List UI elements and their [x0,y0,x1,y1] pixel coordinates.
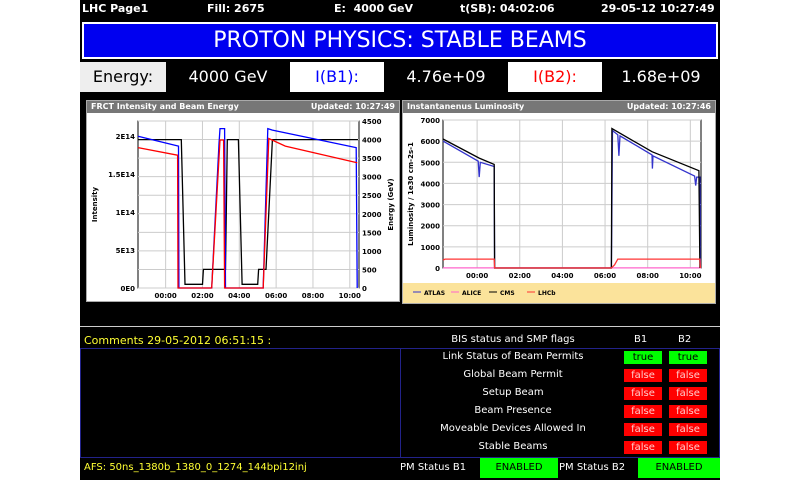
datetime: 29-05-12 10:27:49 [601,2,715,15]
y2-axis-label: Energy (GeV) [387,178,395,230]
legend-label: LHCb [538,290,556,297]
bis-flag-b2: false [669,369,707,382]
bis-flag-b1: false [624,441,662,454]
bis-flag-label: Beam Presence [474,405,552,416]
b1-intensity-value: 4.76e+09 [406,67,486,86]
y-tick-label: 0E0 [120,285,135,293]
energy-label: Energy: [80,62,166,92]
y2-tick-label: 4500 [362,118,382,126]
pm-status-b1-label: PM Status B1 [400,462,467,473]
b1-intensity-label: I(B1): [290,62,384,92]
y-tick-label: 1000 [421,244,441,252]
x-tick-label: 02:00 [509,272,531,280]
x-tick-label: 00:00 [154,292,176,300]
bis-title: BIS status and SMP flags [451,334,575,345]
x-tick-label: 06:00 [594,272,616,280]
legend-label: CMS [500,290,515,297]
x-tick-label: 04:00 [551,272,573,280]
x-tick-label: 08:00 [637,272,659,280]
bis-flag-label: Moveable Devices Allowed In [440,423,586,434]
b2-intensity-value: 1.68e+09 [621,67,701,86]
afs-filling-scheme: AFS: 50ns_1380b_1380_0_1274_144bpi12inj [84,462,307,473]
plot-area [137,120,360,289]
bis-b2-header: B2 [678,334,692,345]
y-tick-label: 2000 [421,223,441,231]
luminosity-chart: Instantanenus Luminosity Updated: 10:27:4… [402,100,716,304]
comments-title: Comments 29-05-2012 06:51:15 : [84,334,272,347]
bis-flag-label: Stable Beams [478,441,548,452]
fill-number: Fill: 2675 [207,2,265,15]
intensity-energy-chart: FRCT Intensity and Beam Energy Updated: 1… [86,100,400,302]
x-tick-label: 10:00 [679,272,701,280]
plot-area [442,119,702,269]
bis-b1-header: B1 [634,334,648,345]
y2-tick-label: 0 [362,285,367,293]
bis-flag-b1: false [624,423,662,436]
y2-tick-label: 2000 [362,211,382,219]
y2-tick-label: 3500 [362,155,382,163]
bis-flag-label: Global Beam Permit [463,369,563,380]
chart-title-bar: FRCT Intensity and Beam Energy Updated: 1… [87,101,399,113]
chart-title: Instantanenus Luminosity [407,102,525,111]
bis-flag-b2: false [669,423,707,436]
bis-flag-b2: true [669,351,707,364]
machine-mode-banner: PROTON PHYSICS: STABLE BEAMS [82,22,718,59]
y2-tick-label: 2500 [362,192,382,200]
y-tick-label: 6000 [421,138,441,146]
y2-tick-label: 4000 [362,137,382,145]
chart-title: FRCT Intensity and Beam Energy [91,102,239,111]
energy-value: 4000 GeV [188,67,268,86]
lhc-page1-screen: LHC Page1 Fill: 2675 E: 4000 GeV t(SB): … [80,0,720,480]
x-tick-label: 04:00 [228,292,250,300]
pm-status-b1: ENABLED [480,458,558,478]
b2-intensity-label: I(B2): [508,62,602,92]
y-axis-label: Intensity [91,186,99,222]
bis-flag-b1: true [624,351,662,364]
chart-updated: Updated: 10:27:46 [626,102,711,111]
x-tick-label: 08:00 [302,292,324,300]
chart-title-bar: Instantanenus Luminosity Updated: 10:27:4… [403,101,715,113]
divider [80,326,720,327]
x-tick-label: 10:00 [339,292,361,300]
y-axis-label: Luminosity / 1e30 cm-2s-1 [407,142,415,246]
legend-label: ALICE [462,290,481,297]
beam-energy: E: 4000 GeV [334,2,414,15]
pm-status-b2: ENABLED [638,458,720,478]
y-tick-label: 5E13 [116,247,136,255]
y-tick-label: 1.5E14 [108,171,135,179]
y-tick-label: 0 [435,265,440,273]
bis-flag-b1: false [624,405,662,418]
bis-flag-b1: false [624,387,662,400]
y-tick-label: 5000 [421,159,441,167]
page-name: LHC Page1 [82,2,149,15]
y-tick-label: 4000 [421,180,441,188]
legend [403,283,715,303]
y2-tick-label: 1500 [362,229,382,237]
y-tick-label: 3000 [421,202,441,210]
luminosity-plot: 00:00 02:00 04:00 06:00 08:00 10:00 0 1000 2000 3… [403,117,715,303]
x-tick-label: 02:00 [191,292,213,300]
y-tick-label: 7000 [421,117,441,125]
bis-flag-b2: false [669,441,707,454]
y2-tick-label: 3000 [362,174,382,182]
bis-flag-b1: false [624,369,662,382]
bis-flag-b2: false [669,405,707,418]
x-tick-label: 00:00 [466,272,488,280]
x-tick-label: 06:00 [265,292,287,300]
intensity-energy-plot: 00:00 02:00 04:00 06:00 08:00 10:00 0E0 5E13 1E1… [91,118,395,300]
legend-label: ATLAS [424,290,445,297]
y2-tick-label: 1000 [362,248,382,256]
stable-beams-time: t(SB): 04:02:06 [460,2,555,15]
y-tick-label: 1E14 [116,209,136,217]
y-tick-label: 2E14 [116,133,136,141]
bis-flag-label: Link Status of Beam Permits [442,351,584,362]
chart-updated: Updated: 10:27:49 [310,102,395,111]
pm-status-b2-label: PM Status B2 [559,462,626,473]
bis-flag-label: Setup Beam [482,387,544,398]
y2-tick-label: 500 [362,266,377,274]
bis-flag-b2: false [669,387,707,400]
